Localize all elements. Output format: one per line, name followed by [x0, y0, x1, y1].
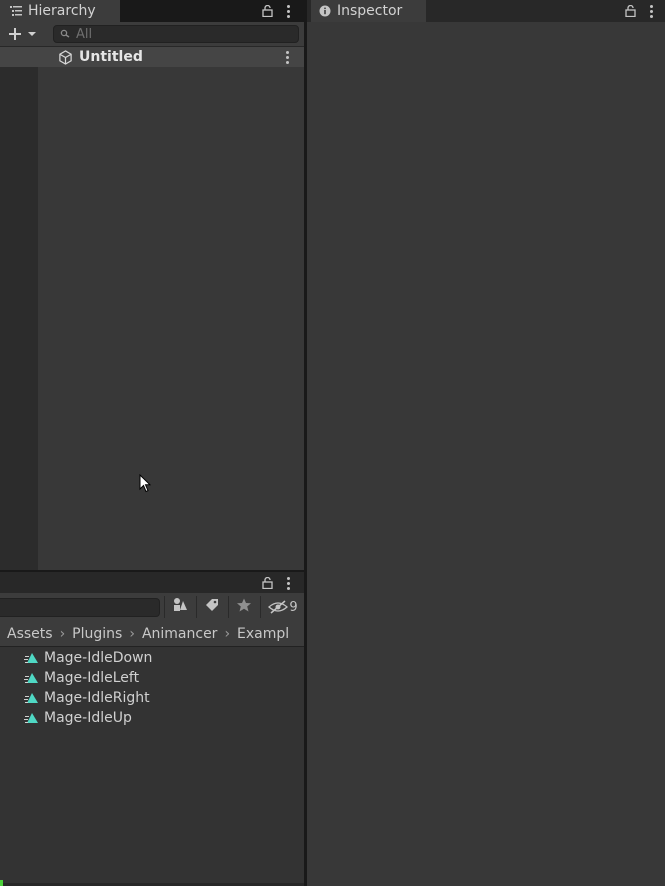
hierarchy-search-input[interactable]: All — [53, 25, 299, 43]
search-by-type-icon — [172, 597, 188, 617]
inspector-menu-icon[interactable] — [646, 2, 656, 20]
asset-label: Mage-IdleRight — [44, 690, 150, 706]
list-item[interactable]: Mage-IdleLeft — [24, 668, 139, 688]
eye-hidden-icon — [268, 600, 289, 614]
asset-list: Mage-IdleDown Mage-IdleLeft Mage-IdleRig… — [0, 647, 304, 883]
breadcrumb-item-assets[interactable]: Assets — [0, 626, 53, 642]
inspector-body — [307, 22, 665, 886]
breadcrumb-item-examples[interactable]: Exampl — [230, 626, 289, 642]
lock-icon[interactable] — [260, 2, 274, 20]
tab-hierarchy[interactable]: Hierarchy — [0, 0, 120, 22]
inspector-lock-icon[interactable] — [623, 2, 637, 20]
list-item[interactable]: Mage-IdleUp — [24, 708, 132, 728]
search-by-type-button[interactable] — [164, 596, 195, 618]
animation-clip-icon — [24, 670, 40, 686]
search-icon — [60, 29, 72, 39]
animation-clip-icon — [24, 710, 40, 726]
scene-menu-icon[interactable] — [286, 51, 289, 64]
project-tabbar — [0, 570, 304, 593]
search-placeholder: All — [76, 26, 93, 42]
project-lock-icon[interactable] — [260, 574, 274, 592]
hierarchy-tree[interactable] — [38, 67, 304, 570]
info-icon — [319, 5, 331, 17]
breadcrumb-chevron-icon: › — [59, 625, 66, 642]
scene-name: Untitled — [79, 49, 143, 65]
asset-label: Mage-IdleDown — [44, 650, 153, 666]
hierarchy-gutter — [0, 67, 38, 570]
project-menu-icon[interactable] — [283, 574, 293, 592]
list-item[interactable]: Mage-IdleDown — [24, 648, 152, 668]
tab-inspector-label: Inspector — [337, 3, 403, 19]
list-item[interactable]: Mage-IdleRight — [24, 688, 150, 708]
asset-label: Mage-IdleUp — [44, 710, 132, 726]
breadcrumb-chevron-icon: › — [129, 625, 135, 642]
breadcrumb-item-animancer[interactable]: Animancer — [135, 626, 218, 642]
hidden-count: 9 — [289, 599, 298, 615]
hierarchy-menu-icon[interactable] — [283, 2, 293, 20]
breadcrumb-chevron-icon: › — [224, 625, 231, 642]
scene-row[interactable]: Untitled — [0, 47, 304, 68]
hierarchy-list-icon — [10, 6, 22, 16]
tag-icon — [204, 597, 220, 617]
breadcrumb-item-plugins[interactable]: Plugins — [65, 626, 122, 642]
star-icon — [236, 597, 252, 617]
favorites-button[interactable] — [228, 596, 259, 618]
project-search-input[interactable] — [0, 598, 160, 617]
create-dropdown-button[interactable] — [5, 26, 39, 42]
animation-clip-icon — [24, 690, 40, 706]
animation-clip-icon — [24, 650, 40, 666]
search-by-label-button[interactable] — [196, 596, 227, 618]
unity-scene-icon — [58, 49, 73, 65]
breadcrumb: Assets › Plugins › Animancer › Exampl — [0, 621, 304, 647]
tab-inspector[interactable]: Inspector — [311, 0, 426, 22]
asset-label: Mage-IdleLeft — [44, 670, 140, 686]
mouse-cursor-icon — [139, 473, 152, 494]
hidden-packages-button[interactable]: 9 — [260, 596, 305, 618]
progress-indicator — [0, 880, 3, 886]
tab-hierarchy-label: Hierarchy — [28, 3, 96, 19]
